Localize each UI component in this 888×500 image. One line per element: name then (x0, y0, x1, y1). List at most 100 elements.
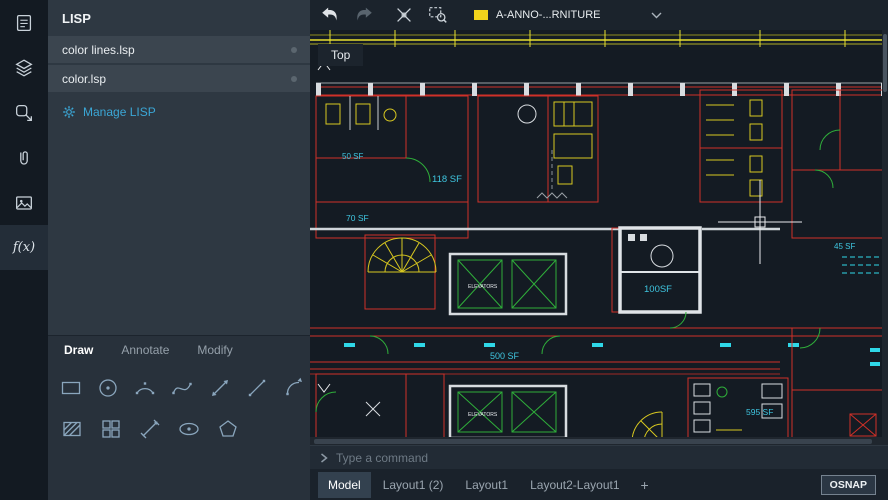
elevators-bottom: ELEVATORS (450, 386, 566, 438)
tab-annotate[interactable]: Annotate (107, 336, 183, 363)
lisp-file-row[interactable]: color lines.lsp (48, 36, 310, 63)
hatch-tool-button[interactable] (55, 413, 89, 445)
fixtures-upper-middle (554, 102, 592, 184)
stair-upper-left (365, 235, 436, 309)
redo-button[interactable] (352, 3, 376, 27)
rectangle-icon (59, 376, 83, 400)
elevators-label: ELEVATORS (468, 284, 498, 290)
corridor-walls (310, 328, 888, 369)
door-markers (344, 343, 799, 347)
ellipse-tool-button[interactable] (172, 413, 206, 445)
lisp-button[interactable]: f(x) (0, 225, 48, 270)
image-icon (13, 192, 35, 214)
redo-icon (353, 4, 375, 26)
block-icon (99, 417, 123, 441)
manage-lisp-label: Manage LISP (83, 105, 156, 119)
manage-lisp-button[interactable]: Manage LISP (48, 94, 310, 130)
break-symbol (537, 193, 567, 198)
chevron-down-icon (318, 384, 330, 392)
area-labels: 50 SF 118 SF 70 SF 100SF 45 SF 500 SF 59… (342, 152, 855, 417)
main-area: A-ANNO-...RNITURE (310, 0, 888, 500)
lisp-file-name: color.lsp (62, 72, 106, 86)
arc-arrow-icon (282, 376, 306, 400)
tab-layout1-2[interactable]: Layout1 (2) (373, 472, 454, 498)
lisp-panel: LISP color lines.lsp color.lsp (48, 0, 310, 335)
xref-button[interactable] (0, 135, 48, 180)
rooms-right (792, 90, 884, 238)
svg-text:100SF: 100SF (644, 284, 672, 295)
layer-color-swatch (474, 10, 488, 20)
svg-text:70 SF: 70 SF (346, 213, 369, 223)
v-scrollbar-track[interactable] (882, 30, 888, 445)
h-scrollbar-thumb[interactable] (314, 439, 872, 444)
trim-icon (393, 4, 415, 26)
tab-layout2-layout1[interactable]: Layout2-Layout1 (520, 472, 629, 498)
arc-icon (133, 376, 157, 400)
ellipse-icon (177, 417, 201, 441)
svg-text:50 SF: 50 SF (342, 152, 363, 161)
draw-tools-panel: Draw Annotate Modify (48, 335, 310, 500)
file-status-dot (291, 47, 297, 53)
line-tool-button[interactable] (241, 372, 273, 404)
osnap-toggle[interactable]: OSNAP (821, 475, 876, 495)
images-button[interactable] (0, 180, 48, 225)
sheets-icon (13, 12, 35, 34)
command-input-placeholder[interactable]: Type a command (336, 451, 428, 465)
trim-button[interactable] (392, 3, 416, 27)
lisp-file-row[interactable]: color.lsp (48, 65, 310, 92)
elevators-label: ELEVATORS (468, 412, 498, 418)
partitions-upper-left (350, 96, 378, 130)
hatch-icon (60, 417, 84, 441)
layers-button[interactable] (0, 45, 48, 90)
layer-name: A-ANNO-...RNITURE (496, 9, 643, 21)
layers-icon (13, 57, 35, 79)
curve-tool-button[interactable] (278, 372, 310, 404)
drawing-canvas[interactable]: ELEVATORS (310, 30, 888, 445)
lisp-panel-title: LISP (48, 0, 310, 36)
svg-text:595 SF: 595 SF (746, 407, 773, 417)
spline-tool-button[interactable] (166, 372, 198, 404)
tab-draw[interactable]: Draw (50, 336, 107, 363)
line-icon (245, 376, 269, 400)
rectangle-tool-button[interactable] (55, 372, 87, 404)
dimension-tool-button[interactable] (133, 413, 167, 445)
double-arrow-icon (208, 376, 232, 400)
file-status-dot (291, 76, 297, 82)
v-scrollbar-thumb[interactable] (883, 34, 887, 92)
command-bar[interactable]: Type a command (310, 445, 888, 469)
undo-button[interactable] (318, 3, 342, 27)
svg-text:500 SF: 500 SF (490, 351, 520, 361)
sheets-button[interactable] (0, 0, 48, 45)
tool-row-1 (48, 363, 310, 404)
fixtures-upper-left (326, 104, 396, 124)
view-cube-top-button[interactable]: Top (318, 44, 363, 66)
polygon-icon (216, 417, 240, 441)
crosshair-cursor (718, 180, 802, 264)
arc-tool-button[interactable] (129, 372, 161, 404)
layout-tab-bar: Model Layout1 (2) Layout1 Layout2-Layout… (310, 469, 888, 500)
hatched-shaft (850, 414, 876, 436)
circle-tool-button[interactable] (92, 372, 124, 404)
tab-model[interactable]: Model (318, 472, 371, 498)
gear-icon (62, 105, 76, 119)
grid-lines (310, 30, 888, 47)
core-shaft (612, 228, 700, 312)
blocks-button[interactable] (0, 90, 48, 135)
spline-icon (170, 376, 194, 400)
measure-tool-button[interactable] (204, 372, 236, 404)
polygon-tool-button[interactable] (211, 413, 245, 445)
exterior-wall (316, 83, 888, 238)
zoom-window-icon (427, 4, 449, 26)
rooms-lower-right (792, 328, 884, 442)
zoom-window-button[interactable] (426, 3, 450, 27)
side-panel: LISP color lines.lsp color.lsp (48, 0, 310, 500)
tool-tab-bar: Draw Annotate Modify (48, 336, 310, 363)
corridor-doors (370, 312, 686, 354)
tab-modify[interactable]: Modify (183, 336, 246, 363)
tab-layout1[interactable]: Layout1 (455, 472, 518, 498)
block-tool-button[interactable] (94, 413, 128, 445)
add-layout-button[interactable]: + (632, 473, 658, 497)
svg-text:118 SF: 118 SF (432, 174, 462, 185)
layer-dropdown[interactable]: A-ANNO-...RNITURE (474, 9, 662, 21)
door-markers-right (870, 348, 880, 366)
